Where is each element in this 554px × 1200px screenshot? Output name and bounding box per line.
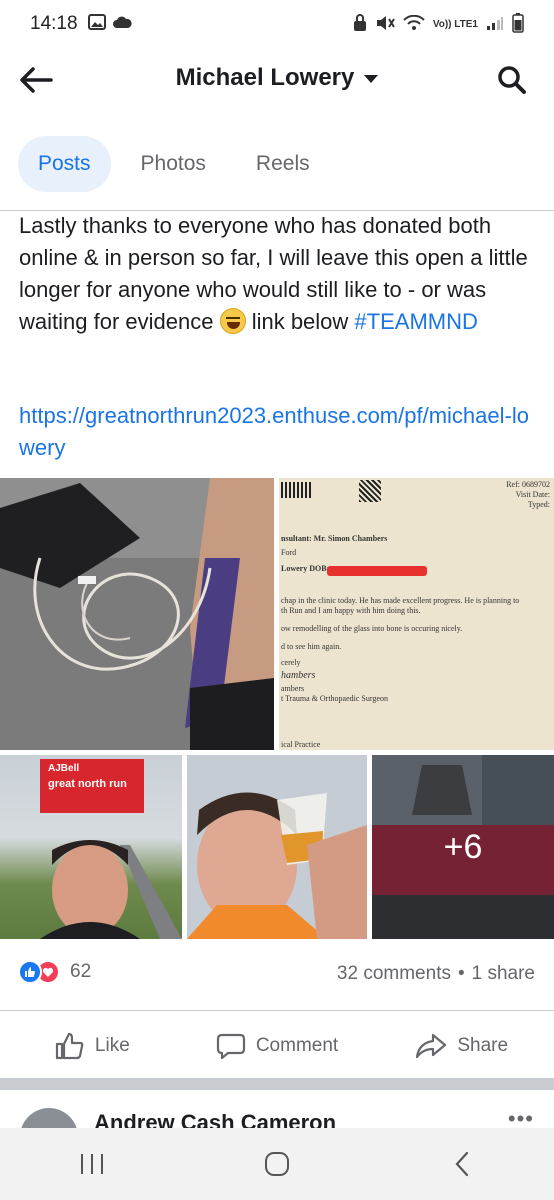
comment-button[interactable]: Comment: [185, 1032, 370, 1060]
signal-icon: [486, 16, 504, 33]
cloud-icon: [112, 15, 132, 34]
share-button[interactable]: Share: [369, 1032, 554, 1060]
share-icon: [416, 1033, 447, 1058]
home-button[interactable]: [247, 1144, 307, 1184]
profile-header: Michael Lowery: [0, 50, 554, 110]
recent-apps-icon: [81, 1154, 104, 1174]
letter-dept: t Trauma & Orthopaedic Surgeon: [281, 694, 388, 703]
iv-drip-image: [0, 478, 274, 750]
letter-visit-date: Visit Date:: [515, 490, 550, 499]
next-post-header: Andrew Cash Cameron •••: [0, 1090, 554, 1130]
share-label: Share: [457, 1034, 509, 1056]
post-actions: Like Comment Share: [0, 1010, 554, 1080]
comment-count[interactable]: 32 comments: [337, 963, 451, 985]
reaction-summary[interactable]: 62: [18, 960, 91, 984]
thumbs-up-icon: [55, 1032, 84, 1059]
profile-name-dropdown[interactable]: Michael Lowery: [0, 64, 554, 92]
lock-icon: [353, 13, 367, 35]
more-photos-overlay[interactable]: +6: [372, 755, 554, 939]
grinning-squinting-face-icon: [219, 308, 246, 334]
like-reaction-icon: [18, 960, 42, 984]
share-count[interactable]: 1 share: [472, 963, 535, 985]
comment-label: Comment: [255, 1034, 339, 1056]
search-button[interactable]: [492, 60, 532, 100]
comment-icon: [216, 1033, 245, 1059]
letter-signature: hambers: [281, 670, 316, 681]
letter-consultant: nsultant: Mr. Simon Chambers: [281, 534, 388, 543]
barcode-1: [281, 482, 313, 498]
post-photo-5[interactable]: +6: [372, 755, 554, 939]
post-text: Lastly thanks to everyone who has donate…: [19, 210, 539, 338]
wifi-icon: [403, 14, 425, 34]
letter-line-4: d to see him again.: [281, 642, 342, 651]
selfie-sign-image: [40, 840, 182, 939]
redaction-mark: [327, 566, 427, 576]
back-nav-button[interactable]: [432, 1144, 492, 1184]
letter-name: ambers: [281, 684, 305, 693]
letter-ref: Ref: 0689702: [506, 480, 550, 489]
profile-tabs: Posts Photos Reels: [18, 136, 330, 192]
search-icon: [498, 66, 526, 94]
tab-reels[interactable]: Reels: [236, 136, 330, 192]
network-label: Vo)) LTE1: [432, 18, 478, 30]
letter-sincerely: cerely: [281, 658, 301, 667]
post-photo-4[interactable]: [187, 755, 367, 939]
letter-patient: Lowery DOB:: [281, 564, 330, 573]
post-photo-3[interactable]: AJBell great north run: [0, 755, 182, 939]
status-bar: 14:18 Vo)) LTE1: [0, 0, 554, 48]
post-photo-2[interactable]: Ref: 0689702 Visit Date: Typed: nsultant…: [279, 478, 554, 750]
like-label: Like: [94, 1034, 130, 1056]
separator-dot: •: [457, 963, 465, 984]
home-icon: [264, 1152, 289, 1176]
battery-icon: [512, 12, 524, 36]
tab-photos[interactable]: Photos: [121, 136, 226, 192]
more-options-icon[interactable]: •••: [508, 1106, 534, 1130]
letter-line-1: chap in the clinic today. He has made ex…: [281, 596, 520, 605]
next-post-author[interactable]: Andrew Cash Cameron: [94, 1110, 336, 1130]
selfie-drink-image: [187, 755, 367, 939]
letter-line-3: ow remodelling of the glass into bone is…: [281, 624, 463, 633]
barcode-2: [359, 480, 381, 502]
letter-typed: Typed:: [527, 500, 550, 509]
donation-link[interactable]: https://greatnorthrun2023.enthuse.com/pf…: [19, 400, 539, 464]
page-title: Michael Lowery: [175, 64, 355, 91]
chevron-left-icon: [455, 1151, 468, 1177]
caret-down-icon: [364, 75, 379, 83]
avatar[interactable]: [20, 1108, 78, 1130]
gallery-icon: [87, 13, 106, 35]
engagement-summary: 32 comments • 1 share: [337, 963, 535, 985]
tab-posts[interactable]: Posts: [18, 136, 111, 192]
hashtag-link[interactable]: #TEAMMND: [354, 309, 477, 334]
reaction-count: 62: [70, 961, 92, 982]
like-button[interactable]: Like: [0, 1032, 185, 1060]
post-body-text-end: link below: [245, 309, 355, 334]
recent-apps-button[interactable]: [62, 1144, 122, 1184]
post-photo-1[interactable]: [0, 478, 274, 750]
post-separator: [0, 1078, 554, 1090]
mute-icon: [375, 15, 395, 34]
letter-ford: Ford: [281, 548, 297, 557]
system-nav-bar: [0, 1128, 554, 1200]
letter-practice: ical Practice: [281, 740, 321, 749]
letter-line-2: th Run and I am happy with him doing thi…: [281, 606, 421, 615]
status-time: 14:18: [30, 13, 78, 34]
